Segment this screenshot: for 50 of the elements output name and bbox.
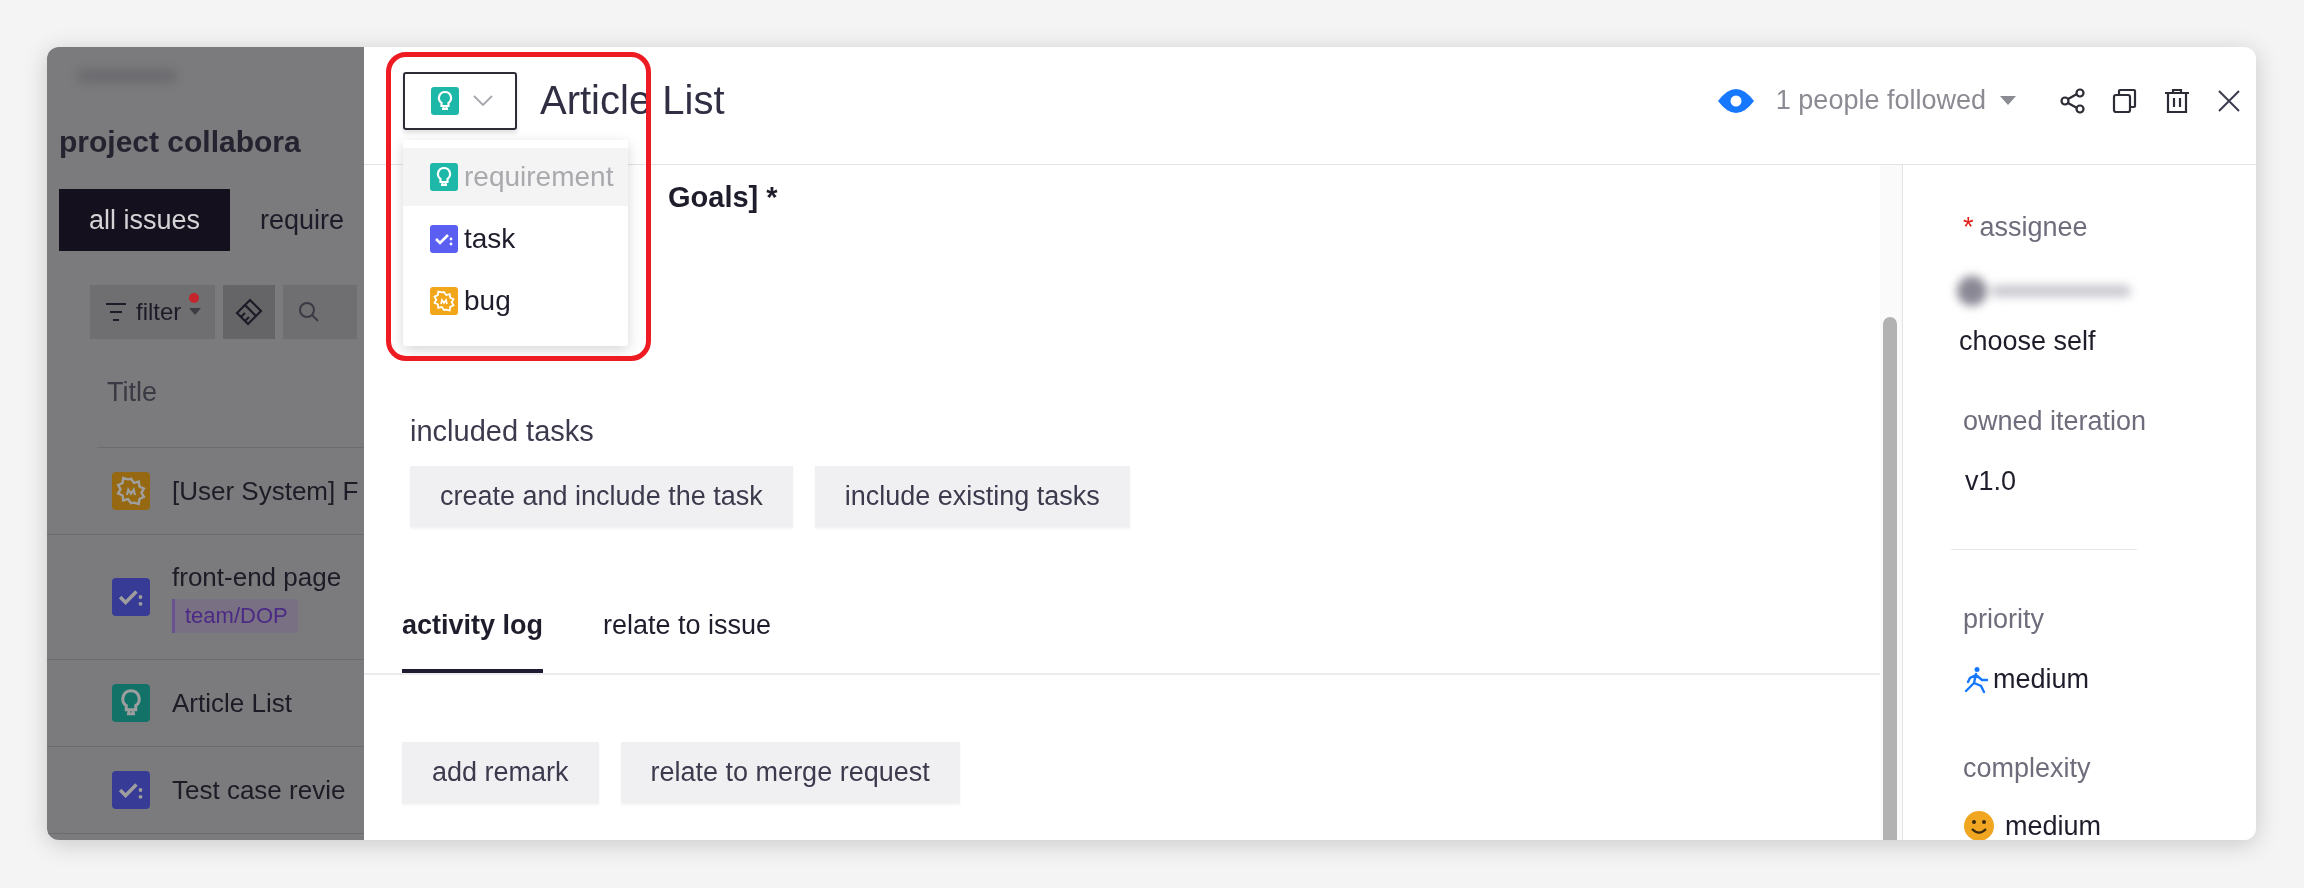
section-tab[interactable]: relate to issue	[603, 602, 772, 673]
issue-title[interactable]: front-end page	[172, 561, 342, 593]
scrollbar-thumb[interactable]	[1883, 317, 1897, 840]
issue-tab[interactable]: all issues	[59, 189, 231, 251]
column-header: Title	[106, 377, 157, 408]
menu-item[interactable]: bug	[403, 272, 628, 330]
copy-icon[interactable]	[2112, 87, 2138, 114]
issue-tab[interactable]: require	[230, 189, 364, 251]
complexity-value[interactable]: medium	[2005, 810, 2102, 840]
issue-type-select[interactable]	[403, 71, 517, 130]
issue-title[interactable]: Test case revie	[172, 774, 346, 806]
lightbulb-icon	[112, 684, 150, 722]
issue-title[interactable]: Article List	[172, 687, 292, 719]
iteration-value[interactable]: v1.0	[1965, 466, 2017, 497]
project-title: project collabora	[59, 125, 302, 159]
trash-icon[interactable]	[2164, 87, 2190, 114]
checkmark-icon	[112, 771, 150, 809]
action-button[interactable]: add remark	[402, 742, 599, 803]
choose-self-link[interactable]: choose self	[1959, 326, 2096, 357]
issue-title[interactable]: [User System] F	[172, 475, 359, 507]
gear-icon	[112, 472, 150, 510]
lightbulb-icon	[431, 86, 459, 115]
close-icon[interactable]	[2216, 87, 2242, 114]
description-text: Goals] *	[668, 181, 778, 214]
checkmark-icon	[112, 578, 150, 616]
menu-item[interactable]: task	[403, 210, 628, 268]
checkmark-icon	[430, 225, 458, 253]
smiley-icon	[1963, 810, 1995, 840]
field-label: owned iteration	[1963, 406, 2148, 437]
eye-icon[interactable]	[1717, 88, 1754, 113]
action-button[interactable]: relate to merge request	[620, 742, 960, 803]
field-label: priority	[1963, 604, 2045, 635]
section-tab[interactable]: activity log	[402, 602, 544, 673]
task-button[interactable]: include existing tasks	[814, 466, 1130, 527]
priority-value[interactable]: medium	[1993, 664, 2090, 695]
chevron-down-icon	[473, 94, 493, 107]
field-label: complexity	[1963, 753, 2092, 784]
section-label: included tasks	[410, 415, 594, 448]
issue-title[interactable]: Article List	[540, 78, 725, 123]
gear-icon	[430, 287, 458, 315]
caret-icon	[189, 308, 202, 316]
caret-icon[interactable]	[2000, 96, 2016, 105]
filter-icon	[104, 301, 128, 323]
running-figure-icon	[1963, 665, 1989, 694]
required-mark: *	[1963, 212, 1974, 242]
task-button[interactable]: create and include the task	[410, 466, 793, 527]
lightbulb-icon	[430, 163, 458, 191]
field-label: * assignee	[1963, 212, 2089, 243]
team-tag: team/DOP	[172, 598, 298, 633]
share-icon[interactable]	[2060, 87, 2086, 114]
